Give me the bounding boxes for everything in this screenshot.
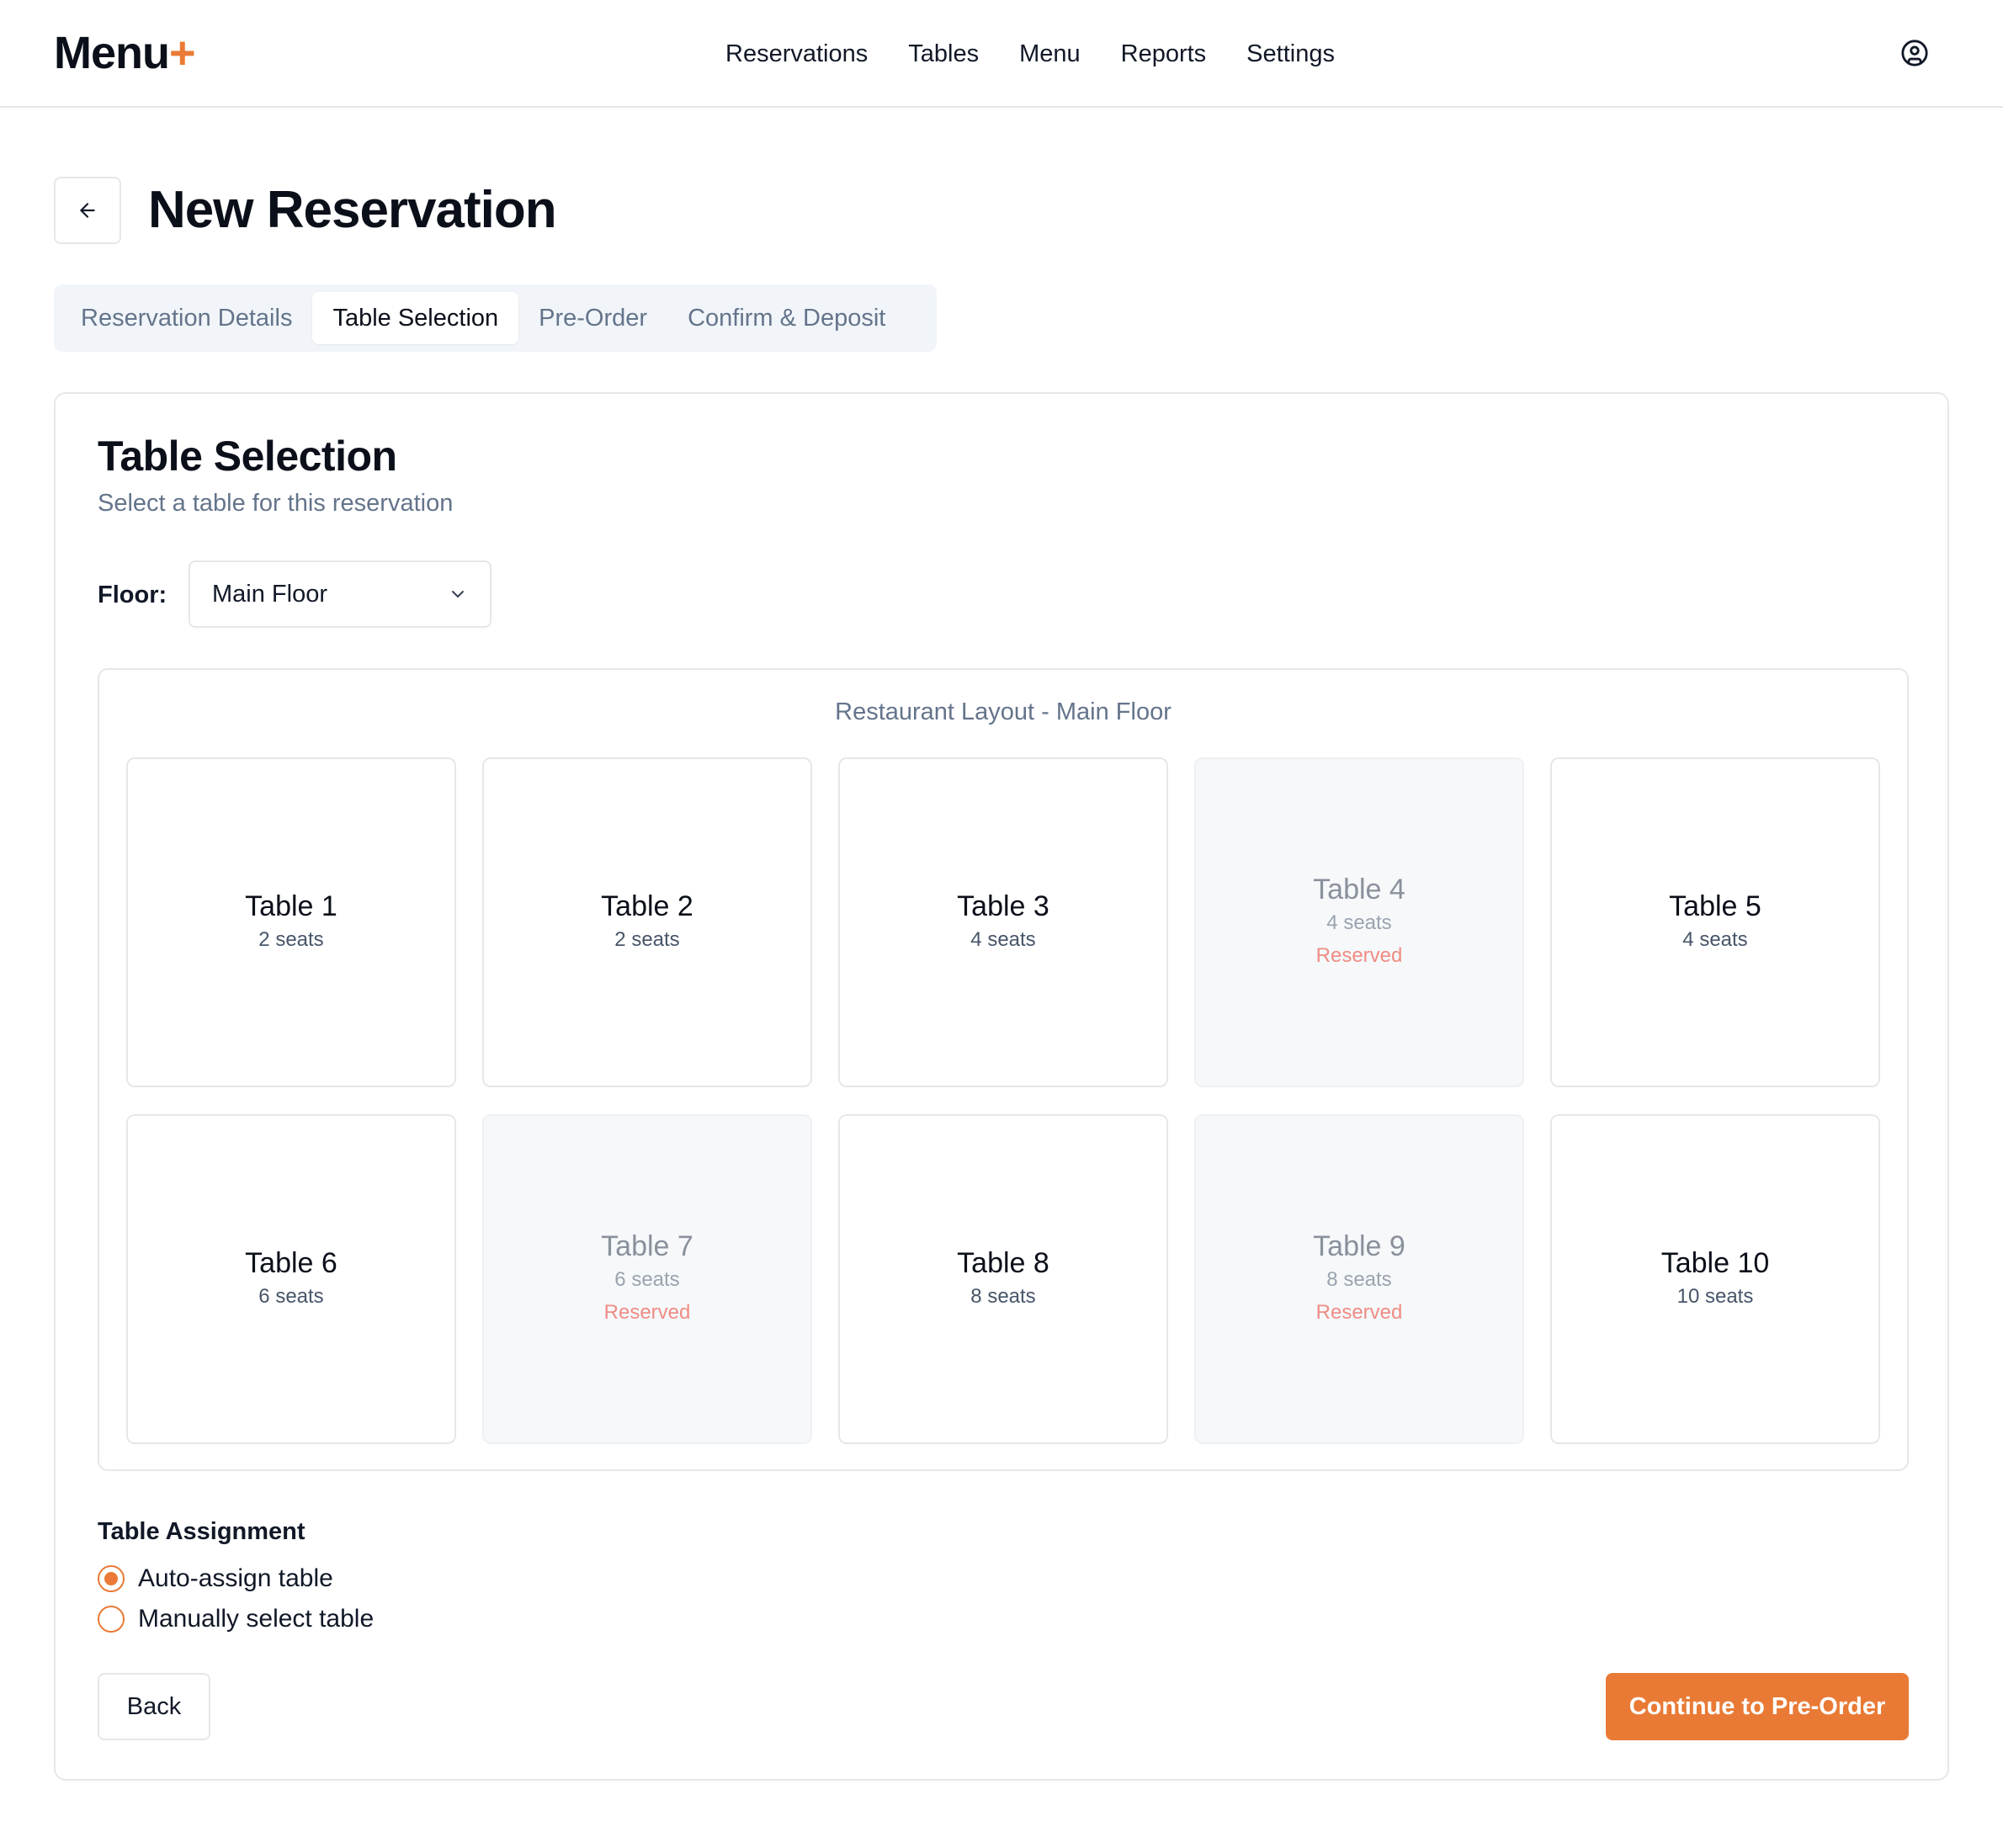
table-name: Table 6 <box>245 1247 337 1279</box>
user-circle-icon[interactable] <box>1900 39 1929 67</box>
table-card-5[interactable]: Table 5 4 seats <box>1550 757 1880 1087</box>
app-logo[interactable]: Menu+ <box>54 25 196 81</box>
table-card-8[interactable]: Table 8 8 seats <box>838 1114 1168 1444</box>
radio-label-manual-select: Manually select table <box>138 1605 375 1633</box>
table-name: Table 4 <box>1313 874 1405 905</box>
main-nav: Reservations Tables Menu Reports Setting… <box>725 34 1335 74</box>
top-navbar: Menu+ Reservations Tables Menu Reports S… <box>0 0 2003 108</box>
table-seats: 4 seats <box>1682 928 1748 951</box>
table-card-1[interactable]: Table 1 2 seats <box>126 757 456 1087</box>
floor-select[interactable]: Main Floor <box>189 560 491 628</box>
step-tabs: Reservation Details Table Selection Pre-… <box>54 284 937 352</box>
table-name: Table 9 <box>1313 1230 1405 1262</box>
table-card-3[interactable]: Table 3 4 seats <box>838 757 1168 1087</box>
table-name: Table 10 <box>1660 1247 1770 1279</box>
floor-select-value: Main Floor <box>212 580 327 608</box>
table-card-10[interactable]: Table 10 10 seats <box>1550 1114 1880 1444</box>
card-subtitle: Select a table for this reservation <box>98 490 454 517</box>
table-status: Reserved <box>1315 944 1403 967</box>
table-card-4: Table 4 4 seats Reserved <box>1194 757 1524 1087</box>
table-status: Reserved <box>1315 1301 1403 1324</box>
back-arrow-button[interactable] <box>54 177 121 244</box>
table-grid: Table 1 2 seats Table 2 2 seats Table 3 … <box>126 757 1882 1444</box>
table-card-9: Table 9 8 seats Reserved <box>1194 1114 1524 1444</box>
radio-label-auto-assign: Auto-assign table <box>138 1564 333 1592</box>
table-seats: 4 seats <box>970 928 1036 951</box>
nav-reservations[interactable]: Reservations <box>725 40 868 68</box>
tab-pre-order[interactable]: Pre-Order <box>518 292 667 344</box>
table-seats: 4 seats <box>1326 911 1392 934</box>
chevron-down-icon <box>452 591 464 597</box>
table-seats: 8 seats <box>970 1285 1036 1308</box>
logo-text: Menu <box>54 28 170 78</box>
radio-button-auto-assign[interactable] <box>98 1565 125 1592</box>
table-name: Table 3 <box>957 890 1049 922</box>
table-card-7: Table 7 6 seats Reserved <box>482 1114 812 1444</box>
table-card-6[interactable]: Table 6 6 seats <box>126 1114 456 1444</box>
arrow-left-icon <box>80 203 95 218</box>
radio-manual-select[interactable]: Manually select table <box>98 1602 374 1636</box>
table-name: Table 5 <box>1669 890 1761 922</box>
floor-label: Floor: <box>98 581 167 608</box>
table-assignment-title: Table Assignment <box>98 1518 305 1545</box>
nav-menu[interactable]: Menu <box>1019 40 1081 68</box>
tab-confirm-deposit[interactable]: Confirm & Deposit <box>667 292 906 344</box>
tab-reservation-details[interactable]: Reservation Details <box>61 292 312 344</box>
table-seats: 2 seats <box>258 928 324 951</box>
radio-button-manual-select[interactable] <box>98 1606 125 1633</box>
card-title: Table Selection <box>98 433 397 480</box>
layout-title: Restaurant Layout - Main Floor <box>835 698 1172 725</box>
nav-settings[interactable]: Settings <box>1246 40 1335 68</box>
table-status: Reserved <box>603 1301 691 1324</box>
nav-reports[interactable]: Reports <box>1121 40 1207 68</box>
continue-to-pre-order-button[interactable]: Continue to Pre-Order <box>1606 1673 1909 1740</box>
logo-plus: + <box>169 28 196 78</box>
table-seats: 6 seats <box>258 1285 324 1308</box>
table-name: Table 8 <box>957 1247 1049 1279</box>
page-title: New Reservation <box>148 181 557 239</box>
table-seats: 2 seats <box>614 928 680 951</box>
table-name: Table 1 <box>245 890 337 922</box>
table-selection-card: Table Selection Select a table for this … <box>54 392 1949 1781</box>
table-name: Table 2 <box>601 890 693 922</box>
tab-table-selection[interactable]: Table Selection <box>312 292 519 344</box>
radio-auto-assign[interactable]: Auto-assign table <box>98 1562 333 1596</box>
back-button[interactable]: Back <box>98 1673 210 1740</box>
table-seats: 8 seats <box>1326 1268 1392 1291</box>
table-name: Table 7 <box>601 1230 693 1262</box>
table-card-2[interactable]: Table 2 2 seats <box>482 757 812 1087</box>
table-seats: 10 seats <box>1676 1285 1754 1308</box>
table-seats: 6 seats <box>614 1268 680 1291</box>
nav-tables[interactable]: Tables <box>908 40 979 68</box>
restaurant-layout: Restaurant Layout - Main Floor Table 1 2… <box>98 668 1909 1471</box>
